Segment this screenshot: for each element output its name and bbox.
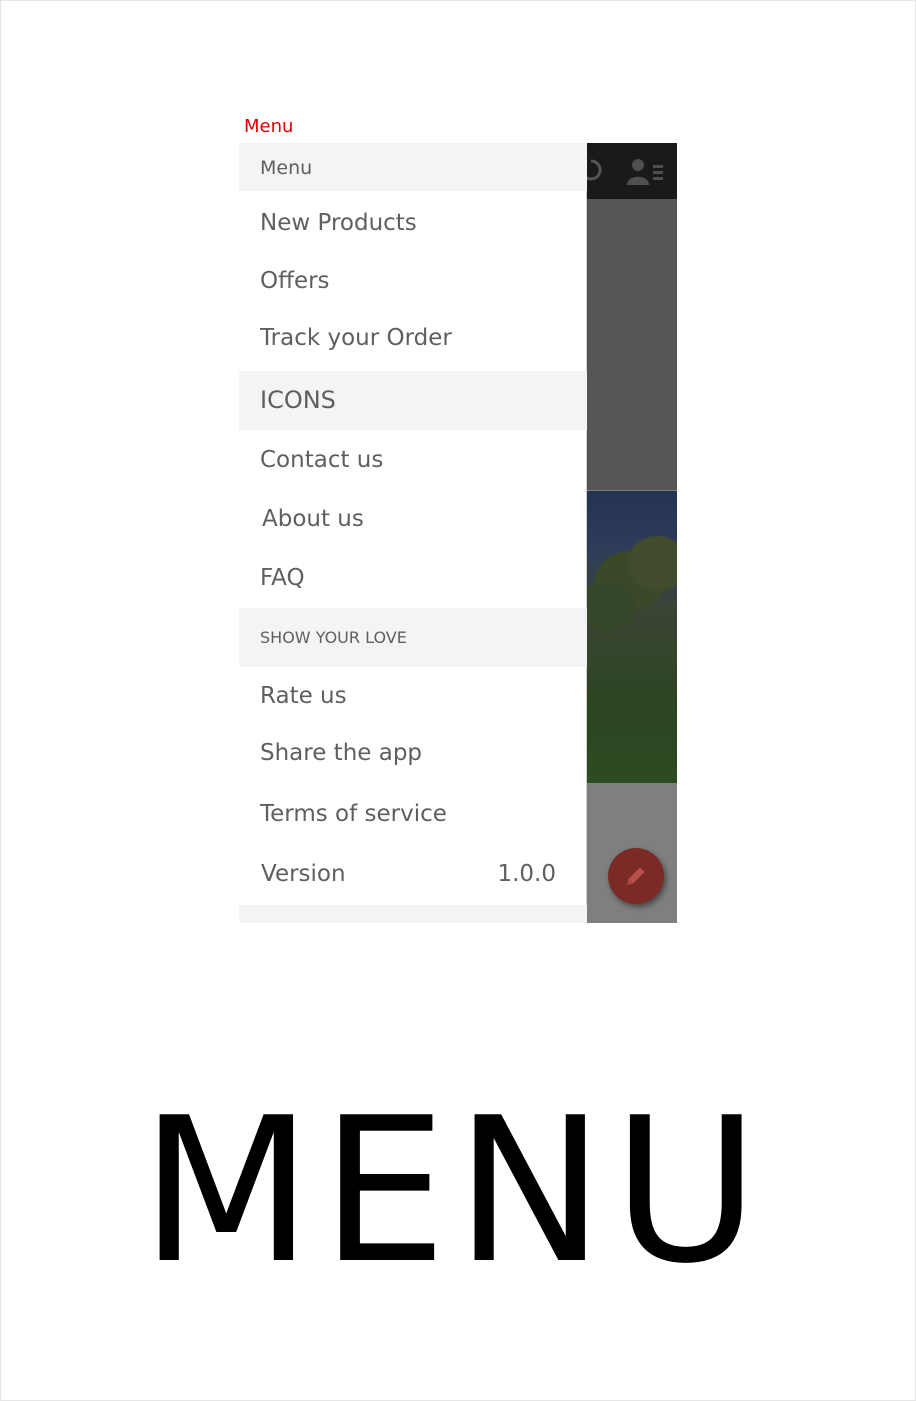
menu-item-about-us[interactable]: About us xyxy=(239,489,587,548)
menu-item-contact-us[interactable]: Contact us xyxy=(239,430,587,489)
menu-item-share-app[interactable]: Share the app xyxy=(239,725,587,785)
section-show-your-love: SHOW YOUR LOVE xyxy=(239,608,587,667)
menu-item-label: About us xyxy=(262,506,364,532)
menu-item-label: Terms of service xyxy=(260,801,447,827)
menu-item-label: Share the app xyxy=(260,740,423,766)
menu-item-label: FAQ xyxy=(260,565,305,591)
big-title: MENU xyxy=(140,1075,767,1308)
menu-item-new-products[interactable]: New Products xyxy=(239,191,587,249)
phone-screen: Menu New Products Offers Track your Orde… xyxy=(239,143,677,923)
section-label: SHOW YOUR LOVE xyxy=(260,628,407,647)
pencil-icon xyxy=(627,867,645,885)
version-value: 1.0.0 xyxy=(497,861,556,887)
menu-item-label: Contact us xyxy=(260,447,384,473)
menu-item-label: Track your Order xyxy=(260,325,452,351)
drawer-header-title: Menu xyxy=(260,157,313,179)
version-row: Version 1.0.0 xyxy=(239,845,587,905)
caption-label: Menu xyxy=(244,116,294,137)
menu-item-offers[interactable]: Offers xyxy=(239,249,587,307)
app-photo xyxy=(577,491,677,783)
user-list-icon[interactable] xyxy=(627,157,665,185)
menu-item-label: Offers xyxy=(260,268,330,294)
edit-fab-button[interactable] xyxy=(608,848,664,904)
menu-item-label: New Products xyxy=(260,210,417,236)
app-content-area xyxy=(587,199,677,490)
menu-item-label: Rate us xyxy=(260,683,347,709)
drawer-header: Menu xyxy=(239,143,587,191)
menu-item-faq[interactable]: FAQ xyxy=(239,548,587,608)
drawer-footer xyxy=(239,905,587,923)
section-icons[interactable]: ICONS xyxy=(239,371,587,430)
menu-item-track-order[interactable]: Track your Order xyxy=(239,307,587,371)
menu-item-rate-us[interactable]: Rate us xyxy=(239,667,587,725)
section-label: ICONS xyxy=(260,386,336,414)
navigation-drawer: Menu New Products Offers Track your Orde… xyxy=(239,143,587,923)
version-label: Version xyxy=(261,861,346,887)
menu-item-terms-of-service[interactable]: Terms of service xyxy=(239,785,587,845)
